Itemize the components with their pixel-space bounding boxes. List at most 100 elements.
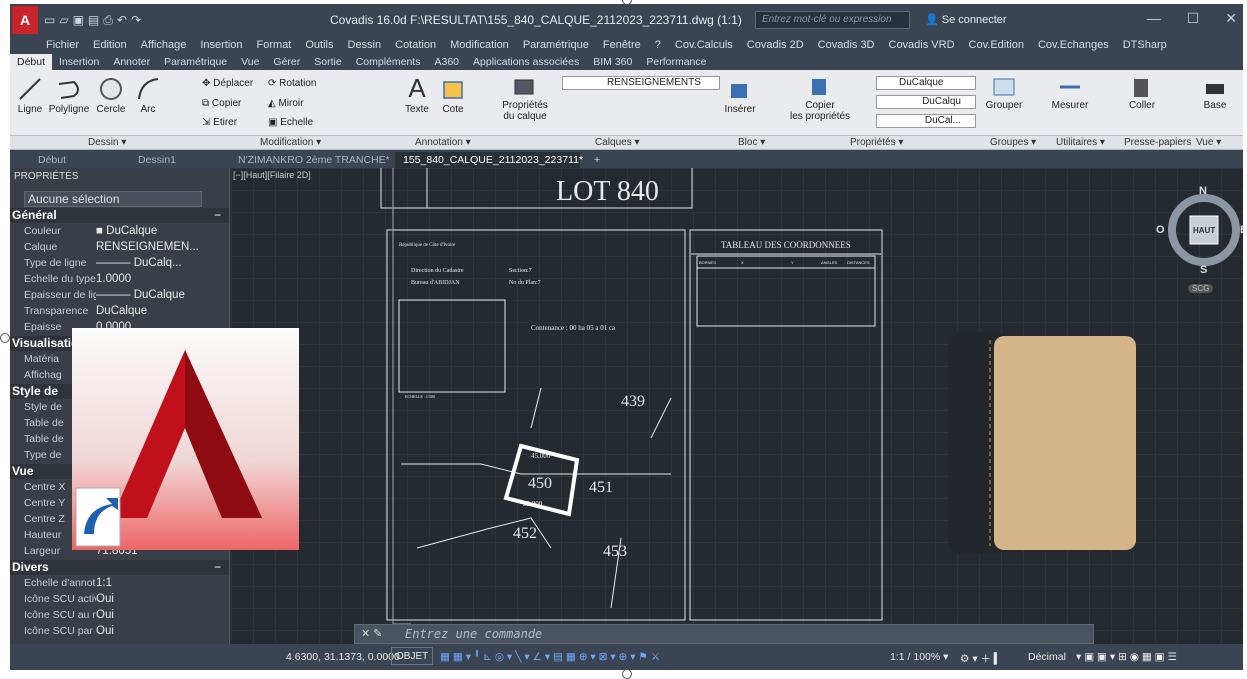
menu-5[interactable]: Outils xyxy=(305,39,333,51)
property-value[interactable]: 1.0000 xyxy=(96,271,229,287)
match-properties-button[interactable]: Copier les propriétés xyxy=(790,76,850,122)
ribbon-tab-6[interactable]: Sortie xyxy=(307,56,348,68)
menu-14[interactable]: Covadis 3D xyxy=(818,39,875,51)
stretch-button[interactable]: ⇲ Etirer xyxy=(202,117,237,128)
viewcube-top-face[interactable]: HAUT xyxy=(1193,226,1215,235)
ribbon-tab-11[interactable]: Performance xyxy=(639,56,713,68)
command-input[interactable]: Entrez une commande xyxy=(405,627,542,641)
group-button[interactable]: Grouper xyxy=(984,76,1024,111)
move-button[interactable]: ✥ Déplacer xyxy=(202,78,253,89)
cursor-coordinates[interactable]: 4.6300, 31.1373, 0.0000 xyxy=(286,651,400,663)
panel-bloc[interactable]: Bloc ▾ xyxy=(738,137,765,148)
workspace-icons[interactable]: ⚙ ▾ ＋ ▍ xyxy=(960,651,1002,666)
wcs-menu[interactable]: SCG xyxy=(1188,284,1214,293)
layer-dropdown[interactable]: RENSEIGNEMENTS xyxy=(562,76,720,90)
menu-4[interactable]: Format xyxy=(257,39,292,51)
property-row[interactable]: Epaisseur de ligne——— DuCalque xyxy=(10,287,229,303)
copy-button[interactable]: ⧉ Copier xyxy=(202,98,241,109)
property-value[interactable]: RENSEIGNEMEN... xyxy=(96,239,229,255)
selection-dropdown[interactable]: Aucune sélection xyxy=(24,191,202,207)
menu-12[interactable]: Cov.Calculs xyxy=(675,39,733,51)
ribbon-tab-7[interactable]: Compléments xyxy=(349,56,428,68)
section-general_title[interactable]: Général − xyxy=(10,208,229,223)
base-button[interactable]: Base xyxy=(1200,76,1230,111)
undo-icon[interactable]: ↶ xyxy=(117,13,127,28)
linetype-dropdown[interactable]: DuCalqu xyxy=(876,95,976,109)
scale-button[interactable]: ▣ Echelle xyxy=(268,117,313,128)
property-row[interactable]: Calque RENSEIGNEMEN... xyxy=(10,239,229,255)
menu-9[interactable]: Paramétrique xyxy=(523,39,589,51)
line-button[interactable]: Ligne xyxy=(14,76,46,115)
circle-button[interactable]: Cercle xyxy=(94,76,128,115)
property-row[interactable]: Icône SCU par f...Oui xyxy=(10,623,229,639)
mirror-button[interactable]: ◭ Miroir xyxy=(268,98,303,109)
polyline-button[interactable]: Polyligne xyxy=(46,76,92,115)
property-value[interactable]: ——— DuCalq... xyxy=(96,255,229,271)
tab-current-drawing[interactable]: 155_840_CALQUE_2112023_223711* xyxy=(395,152,583,168)
property-value[interactable]: 1:1 xyxy=(96,575,229,591)
panel-annotation[interactable]: Annotation ▾ xyxy=(415,137,471,148)
property-value[interactable]: Oui xyxy=(96,607,229,623)
arc-button[interactable]: Arc xyxy=(134,76,162,115)
panel-utilitaires[interactable]: Utilitaires ▾ xyxy=(1056,137,1105,148)
app-logo-icon[interactable]: A xyxy=(12,6,38,34)
ribbon-tab-0[interactable]: Début xyxy=(10,54,53,70)
ribbon-tab-1[interactable]: Insertion xyxy=(52,56,106,68)
annotation-scale[interactable]: 1:1 / 100% ▾ xyxy=(890,651,948,663)
collapse-icon[interactable]: − xyxy=(214,560,221,575)
menu-1[interactable]: Edition xyxy=(93,39,127,51)
panel-calques[interactable]: Calques ▾ xyxy=(595,137,640,148)
property-row[interactable]: Echelle du type...1.0000 xyxy=(10,271,229,287)
ribbon-tab-10[interactable]: BIM 360 xyxy=(586,56,639,68)
print-icon[interactable]: ⎙ xyxy=(103,13,113,28)
new-tab-icon[interactable]: + xyxy=(586,152,610,168)
property-row[interactable]: Echelle d'annota...1:1 xyxy=(10,575,229,591)
menu-0[interactable]: Fichier xyxy=(46,39,79,51)
notebook-icon[interactable] xyxy=(948,332,1140,554)
save-icon[interactable]: ▣ xyxy=(73,13,84,28)
ribbon-tab-5[interactable]: Gérer xyxy=(266,56,307,68)
model-space-toggle[interactable]: OBJET xyxy=(391,647,434,665)
layer-properties-button[interactable]: Propriétés du calque xyxy=(500,76,550,122)
maximize-icon[interactable]: ☐ xyxy=(1187,10,1200,27)
property-row[interactable]: Icône SCU activeOui xyxy=(10,591,229,607)
property-value[interactable]: ——— DuCalque xyxy=(96,287,229,303)
menu-18[interactable]: DTSharp xyxy=(1123,39,1167,51)
menu-16[interactable]: Cov.Edition xyxy=(969,39,1024,51)
viewcube[interactable]: N S E O HAUT SCG xyxy=(1156,184,1243,293)
minimize-icon[interactable]: — xyxy=(1147,10,1161,27)
ribbon-tab-3[interactable]: Paramétrique xyxy=(157,56,234,68)
status-right-icons[interactable]: ▾ ▣ ▣ ▾ ⊞ ◉ ▦ ▣ ☰ xyxy=(1076,651,1177,663)
paste-button[interactable]: Coller xyxy=(1122,76,1162,111)
property-row[interactable]: Couleur ■ DuCalque xyxy=(10,223,229,239)
collapse-icon[interactable]: − xyxy=(214,208,221,223)
ribbon-tab-9[interactable]: Applications associées xyxy=(466,56,586,68)
command-line[interactable]: ✕ ✎ Entrez une commande xyxy=(354,624,1094,644)
panel-modification[interactable]: Modification ▾ xyxy=(260,137,321,148)
menu-15[interactable]: Covadis VRD xyxy=(889,39,955,51)
dimension-button[interactable]: Cote xyxy=(438,76,468,115)
property-value[interactable]: ■ DuCalque xyxy=(96,223,229,239)
ribbon-tab-8[interactable]: A360 xyxy=(427,56,466,68)
save-as-icon[interactable]: ▤ xyxy=(88,13,99,28)
ribbon-tab-2[interactable]: Annoter xyxy=(106,56,157,68)
menu-3[interactable]: Insertion xyxy=(200,39,242,51)
menu-13[interactable]: Covadis 2D xyxy=(747,39,804,51)
property-row[interactable]: Icône SCU au ni...Oui xyxy=(10,607,229,623)
menu-11[interactable]: ? xyxy=(655,39,661,51)
command-close-icon[interactable]: ✕ ✎ xyxy=(361,627,383,640)
open-icon[interactable]: ▱ xyxy=(59,13,68,28)
insert-button[interactable]: Insérer xyxy=(722,76,758,115)
panel-vue[interactable]: Vue ▾ xyxy=(1196,137,1221,148)
menu-7[interactable]: Cotation xyxy=(395,39,436,51)
tab-dessin1[interactable]: Dessin1 xyxy=(130,152,220,168)
menu-10[interactable]: Fenêtre xyxy=(603,39,641,51)
autocad-shortcut-icon[interactable] xyxy=(72,328,299,550)
ribbon-tab-4[interactable]: Vue xyxy=(234,56,266,68)
search-input[interactable]: Entrez mot-clé ou expression xyxy=(755,11,910,29)
close-icon[interactable]: ✕ xyxy=(1225,10,1237,27)
property-value[interactable]: Oui xyxy=(96,623,229,639)
new-icon[interactable]: ▭ xyxy=(44,13,55,28)
panel-presse-papiers[interactable]: Presse-papiers xyxy=(1124,137,1191,148)
measure-button[interactable]: Mesurer xyxy=(1050,76,1090,111)
